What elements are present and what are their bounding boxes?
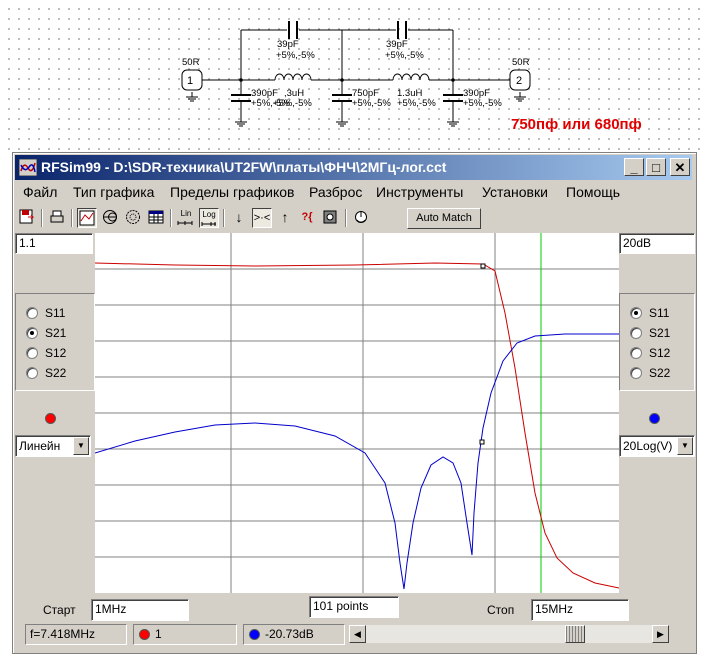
arrow-up-icon[interactable]: ↑	[275, 208, 295, 228]
red-value-text: 1	[155, 627, 162, 641]
series-cap1-value: 39pF	[277, 39, 299, 50]
series-cap1-tolerance: +5%,-5%	[276, 50, 315, 61]
s21-linear-trace	[95, 262, 619, 589]
red-trace-handle[interactable]	[480, 263, 486, 269]
app-icon	[19, 159, 37, 176]
title-bar[interactable]: RFSim99 - D:\SDR-техника\UT2FW\платы\ФНЧ…	[15, 155, 692, 180]
left-scale-mode-value: Линейн	[19, 439, 61, 453]
scroll-right-icon[interactable]: ▶	[652, 625, 669, 643]
status-red-value: 1	[133, 624, 237, 645]
minimize-button[interactable]: _	[624, 158, 644, 176]
table-view-icon[interactable]	[146, 208, 166, 228]
series-cap2-value: 39pF	[386, 39, 408, 50]
port2-label: 50R	[512, 57, 530, 68]
print-icon[interactable]	[47, 208, 67, 228]
stop-frequency-input[interactable]: 15MHz	[531, 599, 629, 621]
inductor2-tolerance: +5%,-5%	[397, 98, 436, 109]
start-frequency-input[interactable]: 1MHz	[91, 599, 189, 621]
right-scale-mode-value: 20Log(V)	[623, 439, 673, 453]
rfsim-window: RFSim99 - D:\SDR-техника\UT2FW\платы\ФНЧ…	[12, 152, 697, 654]
window-title: RFSim99 - D:\SDR-техника\UT2FW\платы\ФНЧ…	[41, 159, 447, 175]
left-trace-color-dot	[45, 413, 56, 424]
menu-bar: Файл Тип графика Пределы графиков Разбро…	[15, 181, 692, 203]
blue-value-text: -20.73dB	[265, 627, 314, 641]
chevron-down-icon[interactable]: ▼	[677, 437, 693, 455]
toolbar: Lin Log ↓ >·< ↑ ?{ Auto Match	[15, 207, 692, 229]
right-trace-color-dot	[649, 413, 660, 424]
menu-help[interactable]: Помощь	[566, 184, 620, 200]
help-query-icon[interactable]: ?{	[297, 208, 317, 228]
lin-label: Lin	[180, 209, 192, 218]
status-frequency: f=7.418MHz	[25, 624, 127, 645]
chevron-down-icon[interactable]: ▼	[73, 437, 89, 455]
scroll-left-icon[interactable]: ◀	[349, 625, 366, 643]
scroll-thumb[interactable]	[565, 625, 585, 643]
menu-graph-type[interactable]: Тип графика	[73, 184, 154, 200]
port1-number: 1	[187, 75, 193, 87]
left-scale-input[interactable]: 1.1	[15, 233, 93, 254]
zoom-in-icon[interactable]: >·<	[252, 208, 272, 228]
menu-spread[interactable]: Разброс	[309, 184, 362, 200]
page: 1 2 50R 50R 39pF +5%,-5% 39pF +5%,-5% 39…	[0, 0, 707, 664]
left-scale-mode-select[interactable]: Линейн ▼	[15, 435, 91, 457]
left-parameter-group: S11 S21 S12 S22	[15, 293, 95, 391]
menu-graph-limits[interactable]: Пределы графиков	[170, 184, 294, 200]
arrow-down-icon[interactable]: ↓	[229, 208, 249, 228]
capacitor-note: 750пф или 680пф	[511, 116, 642, 133]
blue-trace-handle[interactable]	[479, 439, 485, 445]
maximize-button[interactable]: □	[646, 158, 666, 176]
rectangular-plot-icon[interactable]	[77, 208, 97, 228]
frequency-scrollbar[interactable]: ◀ ▶	[349, 625, 669, 643]
log-scale-button[interactable]: Log	[199, 208, 219, 228]
right-parameter-group: S11 S21 S12 S22	[619, 293, 695, 391]
right-scale-mode-select[interactable]: 20Log(V) ▼	[619, 435, 695, 457]
linear-scale-button[interactable]: Lin	[176, 208, 196, 228]
menu-tools[interactable]: Инструменты	[376, 184, 463, 200]
inductor1-tolerance: +5%,-5%	[273, 98, 312, 109]
s11-db-trace	[95, 333, 619, 590]
start-label: Старт	[43, 603, 76, 617]
port1-label: 50R	[182, 57, 200, 68]
log-label: Log	[202, 210, 216, 219]
save-icon[interactable]	[17, 208, 37, 228]
points-input[interactable]: 101 points	[309, 596, 399, 618]
status-blue-value: -20.73dB	[243, 624, 345, 645]
smith-chart-icon[interactable]	[100, 208, 120, 228]
series-cap2-tolerance: +5%,-5%	[385, 50, 424, 61]
monte-carlo-icon[interactable]	[351, 208, 371, 228]
shunt-cap3-tolerance: +5%,-5%	[463, 98, 502, 109]
polar-chart-icon[interactable]	[123, 208, 143, 228]
auto-match-button[interactable]: Auto Match	[407, 208, 481, 229]
right-scale-input[interactable]: 20dB	[619, 233, 695, 254]
port2-number: 2	[516, 75, 522, 87]
stop-label: Стоп	[487, 603, 515, 617]
tune-icon[interactable]	[320, 208, 340, 228]
close-button[interactable]: ✕	[670, 158, 690, 176]
menu-settings[interactable]: Установки	[482, 184, 548, 200]
response-plot[interactable]	[95, 233, 619, 593]
menu-file[interactable]: Файл	[23, 184, 57, 200]
shunt-cap2-tolerance: +5%,-5%	[352, 98, 391, 109]
